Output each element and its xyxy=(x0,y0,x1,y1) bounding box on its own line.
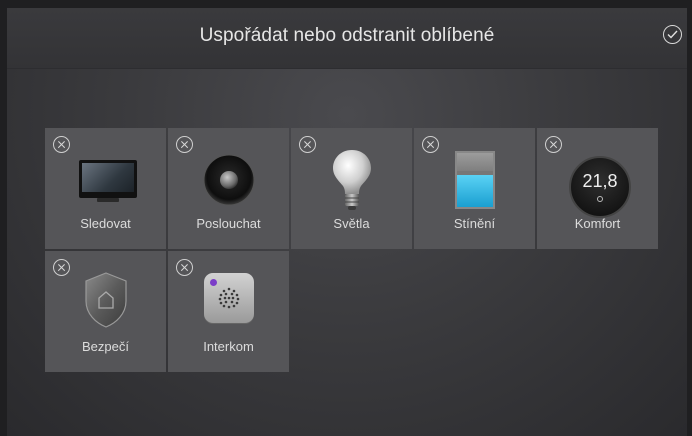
favorite-tile-poslouchat[interactable]: Poslouchat xyxy=(168,128,289,249)
favorite-tile-interkom[interactable]: Interkom xyxy=(168,251,289,372)
confirm-button[interactable] xyxy=(663,25,682,44)
favorite-tile-stineni[interactable]: Stínění xyxy=(414,128,535,249)
lightbulb-icon xyxy=(333,150,371,210)
favorite-tile-bezpeci[interactable]: Bezpečí xyxy=(45,251,166,372)
speaker-icon xyxy=(203,154,255,206)
favorites-grid: Sledovat Poslouchat Světla Stínění 21,8 … xyxy=(45,128,659,376)
tv-icon xyxy=(45,128,166,208)
tile-label: Světla xyxy=(333,216,370,231)
remove-icon[interactable] xyxy=(53,259,70,276)
header-bar: Uspořádat nebo odstranit oblíbené xyxy=(7,8,687,69)
page-title: Uspořádat nebo odstranit oblíbené xyxy=(199,25,495,46)
tile-label: Stínění xyxy=(453,216,496,231)
remove-icon[interactable] xyxy=(176,136,193,153)
tile-label: Bezpečí xyxy=(82,339,129,354)
favorites-edit-screen: Uspořádat nebo odstranit oblíbené Sledov… xyxy=(7,8,687,436)
tile-label: Sledovat xyxy=(80,216,131,231)
thermostat-icon: 21,8 xyxy=(537,128,658,218)
favorite-tile-komfort[interactable]: 21,8 Komfort xyxy=(537,128,658,249)
shade-icon xyxy=(414,128,535,213)
remove-icon[interactable] xyxy=(299,136,316,153)
tile-label: Komfort xyxy=(574,216,621,231)
favorite-tile-svetla[interactable]: Světla xyxy=(291,128,412,249)
check-icon xyxy=(667,30,678,39)
favorite-tile-sledovat[interactable]: Sledovat xyxy=(45,128,166,249)
shield-house-icon xyxy=(85,272,127,328)
tile-label: Poslouchat xyxy=(196,216,261,231)
intercom-icon xyxy=(168,251,289,331)
tile-label: Interkom xyxy=(203,339,254,354)
thermostat-value: 21,8 xyxy=(582,171,618,191)
